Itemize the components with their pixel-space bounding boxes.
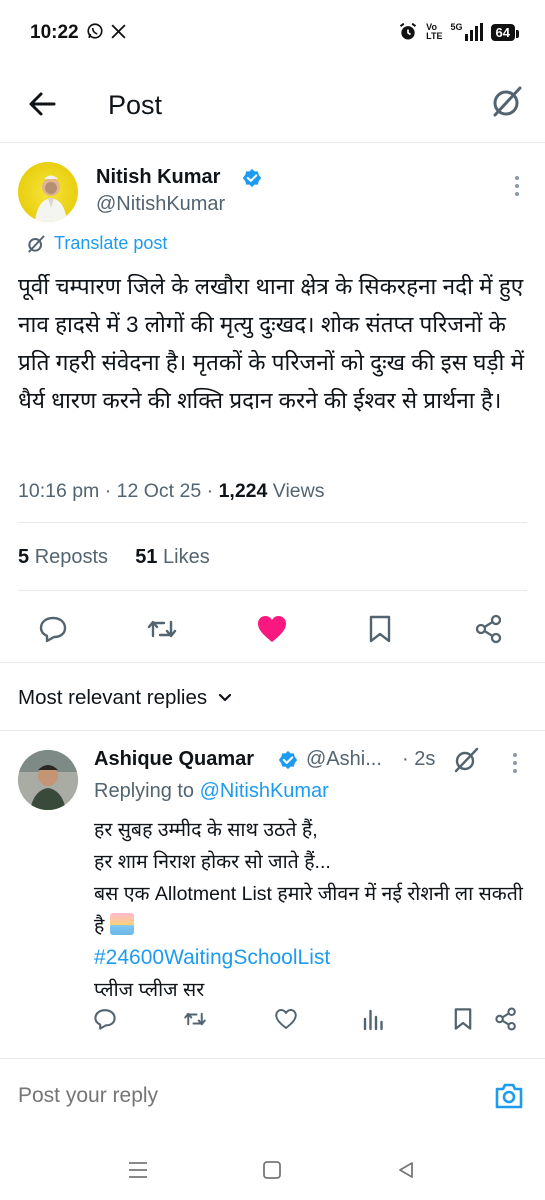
arrow-left-icon[interactable] xyxy=(26,88,58,120)
reply-author-name[interactable]: Ashique Quamar xyxy=(94,748,254,771)
author-handle[interactable]: @NitishKumar xyxy=(96,193,225,216)
translate-post-link[interactable]: Translate post xyxy=(26,233,167,254)
share-icon xyxy=(495,1007,516,1031)
replying-to-handle-link[interactable]: @NitishKumar xyxy=(200,780,329,802)
composer-divider xyxy=(0,1058,545,1059)
reply-share-button[interactable] xyxy=(493,1006,519,1032)
verified-badge-icon xyxy=(278,750,298,770)
reply-icon xyxy=(39,616,67,643)
bookmark-icon xyxy=(454,1008,472,1030)
reply-like-button[interactable] xyxy=(273,1006,299,1032)
reply-line-3: बस एक Allotment List हमारे जीवन में नई र… xyxy=(94,883,523,937)
grok-icon[interactable] xyxy=(489,84,525,120)
grok-translate-icon xyxy=(28,235,45,252)
like-button[interactable] xyxy=(255,612,289,646)
engagement-counts: 5 Reposts 51 Likes xyxy=(18,546,210,569)
x-logo-icon xyxy=(111,23,126,39)
reply-views-button[interactable] xyxy=(360,1006,386,1032)
heart-icon xyxy=(275,1009,297,1029)
views-count: 1,224 xyxy=(218,480,268,502)
menu-lines-icon xyxy=(129,1162,147,1178)
bookmark-icon xyxy=(369,615,391,643)
reply-line-4: प्लीज प्लीज सर xyxy=(94,979,205,1001)
post-time: 10:16 pm xyxy=(18,480,100,502)
replying-to-line: Replying to @NitishKumar xyxy=(94,780,329,803)
author-avatar[interactable] xyxy=(18,162,78,222)
reply-action-bar xyxy=(0,1004,545,1034)
bookmark-button[interactable] xyxy=(363,612,397,646)
reply-line-1: हर सुबह उम्मीद के साथ उठते हैं, xyxy=(94,819,318,841)
sunrise-emoji-icon xyxy=(109,913,134,935)
camera-icon[interactable] xyxy=(493,1080,525,1112)
translate-label: Translate post xyxy=(54,233,168,253)
replies-sort-dropdown[interactable]: Most relevant replies xyxy=(18,686,233,710)
battery-indicator: 64 xyxy=(490,23,520,41)
reposts-count: 5 xyxy=(18,546,30,568)
views-label: Views xyxy=(272,480,325,502)
counts-divider xyxy=(18,590,527,591)
more-options-icon[interactable] xyxy=(513,175,521,197)
reply-author-handle[interactable]: @Ashi... xyxy=(306,748,382,771)
likes-count: 51 xyxy=(135,546,158,568)
likes-link[interactable]: 51 Likes xyxy=(135,546,210,568)
likes-label: Likes xyxy=(163,546,210,568)
page-title: Post xyxy=(108,90,163,120)
volte-indicator: Vo LTE xyxy=(426,22,443,41)
post-action-bar xyxy=(0,608,545,648)
recents-button[interactable] xyxy=(124,1156,152,1184)
chevron-down-icon xyxy=(219,693,232,702)
signal-indicator: 5G xyxy=(451,23,483,41)
alarm-icon xyxy=(400,22,417,40)
reply-composer xyxy=(0,1060,545,1132)
status-bar: 10:22 Vo LTE 5G 64 xyxy=(0,0,545,70)
post-body: पूर्वी चम्पारण जिले के लखौरा थाना क्षेत्… xyxy=(18,274,525,413)
repost-button[interactable] xyxy=(145,612,179,646)
reply-more-options-icon[interactable] xyxy=(511,752,519,774)
reply-icon xyxy=(94,1009,116,1030)
hashtag-link[interactable]: #24600WaitingSchoolList xyxy=(94,942,534,974)
share-button[interactable] xyxy=(472,612,506,646)
verified-badge-icon xyxy=(242,168,262,188)
replying-prefix: Replying to xyxy=(94,780,195,802)
repost-icon xyxy=(147,620,177,638)
share-icon xyxy=(475,614,502,644)
grok-icon[interactable] xyxy=(452,746,480,774)
system-navigation-bar xyxy=(0,1140,545,1200)
analytics-icon xyxy=(363,1009,383,1031)
home-button[interactable] xyxy=(258,1156,286,1184)
reply-author-avatar[interactable] xyxy=(18,750,78,810)
meta-divider xyxy=(18,522,527,523)
repost-icon xyxy=(184,1012,206,1026)
author-name[interactable]: Nitish Kumar xyxy=(96,166,220,189)
post-meta: 10:16 pm · 12 Oct 25 · 1,224 Views xyxy=(18,480,325,502)
post-date: 12 Oct 25 xyxy=(116,480,202,502)
heart-filled-icon xyxy=(258,616,286,642)
reposts-label: Reposts xyxy=(34,546,109,568)
reply-time: · 2s xyxy=(402,748,436,770)
reply-repost-button[interactable] xyxy=(182,1006,208,1032)
reply-body: हर सुबह उम्मीद के साथ उठते हैं, हर शाम न… xyxy=(94,814,534,1006)
back-button[interactable] xyxy=(392,1156,420,1184)
actions-divider xyxy=(0,662,545,663)
status-time: 10:22 xyxy=(30,22,79,43)
triangle-back-icon xyxy=(399,1162,413,1178)
reply-line-2: हर शाम निराश होकर सो जाते हैं... xyxy=(94,851,331,873)
reply-bookmark-button[interactable] xyxy=(450,1006,476,1032)
square-icon xyxy=(263,1161,281,1179)
reply-input[interactable] xyxy=(18,1084,458,1108)
top-app-bar: Post xyxy=(0,70,545,140)
reply-reply-button[interactable] xyxy=(92,1006,118,1032)
header-divider xyxy=(0,142,545,143)
reposts-link[interactable]: 5 Reposts xyxy=(18,546,108,568)
replies-header-divider xyxy=(0,730,545,731)
reply-button[interactable] xyxy=(36,612,70,646)
replies-sort-label: Most relevant replies xyxy=(18,686,208,709)
whatsapp-icon xyxy=(87,23,103,39)
